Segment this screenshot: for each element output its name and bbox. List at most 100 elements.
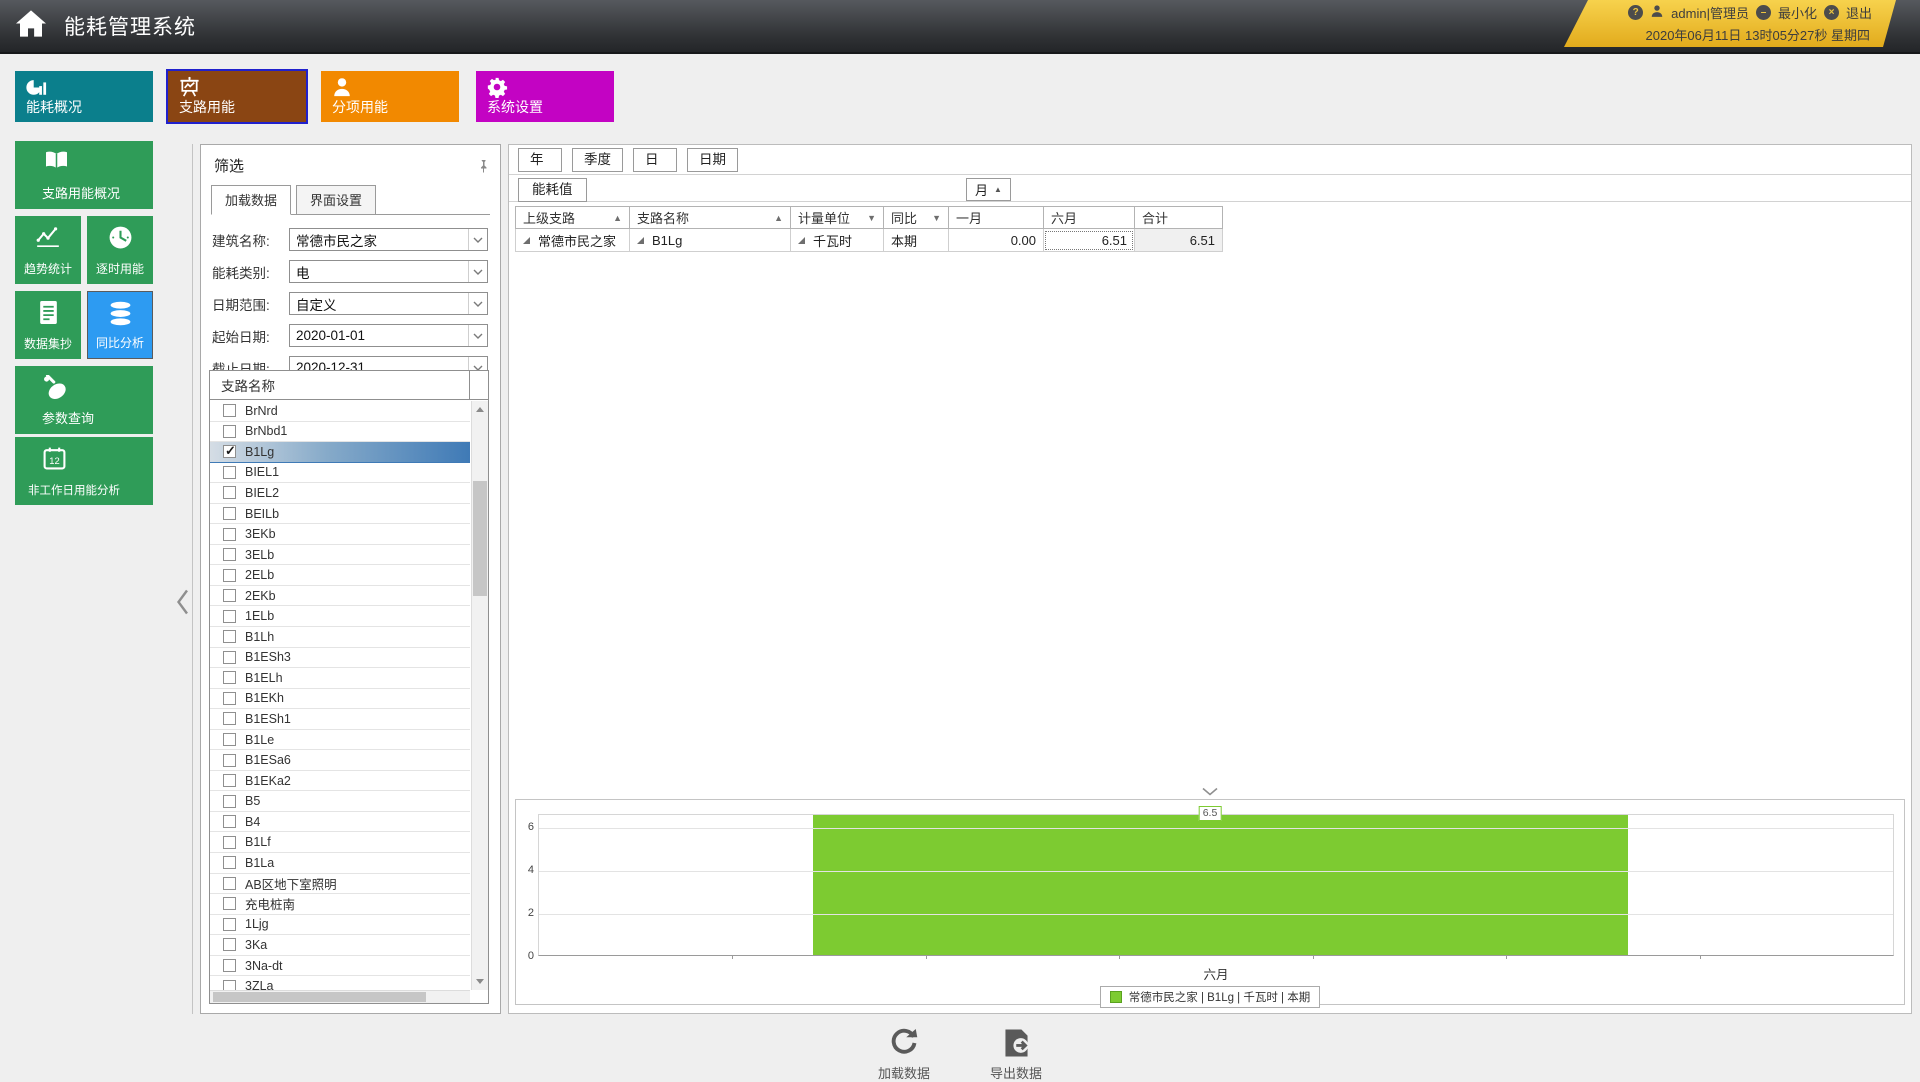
column-header-branch-name[interactable]: 支路名称▲ xyxy=(629,206,791,229)
pin-icon[interactable] xyxy=(478,159,489,178)
branch-checkbox[interactable] xyxy=(223,815,236,828)
branch-checkbox[interactable] xyxy=(223,712,236,725)
branch-row[interactable]: BrNrd xyxy=(210,401,470,422)
export-data-button[interactable]: 导出数据 xyxy=(978,1028,1054,1082)
tab-ui-settings[interactable]: 界面设置 xyxy=(296,185,376,215)
branch-checkbox[interactable] xyxy=(223,980,236,990)
branch-checkbox[interactable] xyxy=(223,692,236,705)
branch-row[interactable]: B1EKa2 xyxy=(210,771,470,792)
branch-checkbox[interactable] xyxy=(223,486,236,499)
branch-checkbox[interactable] xyxy=(223,425,236,438)
branch-checkbox[interactable] xyxy=(223,466,236,479)
column-header-yoy[interactable]: 同比▼ xyxy=(883,206,949,229)
branch-row[interactable]: 3ZLa xyxy=(210,976,470,990)
cell-june-value[interactable]: 6.51 xyxy=(1043,229,1135,252)
branch-row[interactable]: 2EKb xyxy=(210,586,470,607)
cell-period[interactable]: 本期 xyxy=(883,229,949,252)
column-header-june[interactable]: 六月 xyxy=(1043,206,1135,229)
sidebar-item-data-collection[interactable]: 数据集抄 xyxy=(15,291,81,359)
field-select[interactable]: 常德市民之家 xyxy=(289,228,488,251)
branch-checkbox[interactable] xyxy=(223,774,236,787)
branch-row[interactable]: 充电桩南 xyxy=(210,894,470,915)
branch-row[interactable]: B1Lf xyxy=(210,832,470,853)
column-header-parent-branch[interactable]: 上级支路▲ xyxy=(515,206,630,229)
sidebar-item-nonworkday-analysis[interactable]: 12 非工作日用能分析 xyxy=(15,437,153,505)
tab-load-data[interactable]: 加载数据 xyxy=(211,185,291,215)
field-select[interactable]: 2020-01-01 xyxy=(289,324,488,347)
branch-row[interactable]: B5 xyxy=(210,791,470,812)
branch-row[interactable]: BIEL2 xyxy=(210,483,470,504)
branch-row[interactable]: B1Lg xyxy=(210,442,470,463)
branch-row[interactable]: 3EKb xyxy=(210,524,470,545)
cell-branch-name[interactable]: B1Lg xyxy=(629,229,791,252)
period-tab[interactable]: 日 xyxy=(633,148,677,172)
nav-tile-subitem-energy[interactable]: 分项用能 xyxy=(321,71,459,122)
branch-checkbox[interactable] xyxy=(223,610,236,623)
branch-checkbox[interactable] xyxy=(223,630,236,643)
field-select[interactable]: 电 xyxy=(289,260,488,283)
branch-checkbox[interactable] xyxy=(223,897,236,910)
period-tab[interactable]: 年 xyxy=(518,148,562,172)
branch-row[interactable]: 3ELb xyxy=(210,545,470,566)
scroll-up-icon[interactable] xyxy=(472,402,488,417)
tab-energy-value[interactable]: 能耗值 xyxy=(518,178,587,202)
branch-row[interactable]: B1ESh3 xyxy=(210,648,470,669)
branch-row[interactable]: B1Lh xyxy=(210,627,470,648)
help-icon[interactable]: ? xyxy=(1628,5,1643,20)
branch-checkbox[interactable] xyxy=(223,548,236,561)
branch-checkbox[interactable] xyxy=(223,795,236,808)
branch-checkbox[interactable] xyxy=(223,938,236,951)
column-header-unit[interactable]: 计量单位▼ xyxy=(790,206,884,229)
column-header-january[interactable]: 一月 xyxy=(948,206,1044,229)
branch-checkbox[interactable] xyxy=(223,528,236,541)
logout-button[interactable]: 退出 xyxy=(1846,3,1872,22)
branch-row[interactable]: 3Na-dt xyxy=(210,956,470,977)
cell-total-value[interactable]: 6.51 xyxy=(1134,229,1223,252)
scrollbar-thumb[interactable] xyxy=(473,481,487,596)
period-tab[interactable]: 季度 xyxy=(572,148,623,172)
vertical-scrollbar[interactable] xyxy=(471,401,488,990)
nav-tile-energy-overview[interactable]: 能耗概况 xyxy=(15,71,153,122)
field-select[interactable]: 自定义 xyxy=(289,292,488,315)
branch-checkbox[interactable] xyxy=(223,651,236,664)
branch-checkbox[interactable] xyxy=(223,733,236,746)
branch-row[interactable]: B4 xyxy=(210,812,470,833)
month-selector-button[interactable]: 月 ▲ xyxy=(966,178,1011,201)
minimize-icon[interactable]: – xyxy=(1756,5,1771,20)
branch-checkbox[interactable] xyxy=(223,959,236,972)
branch-checkbox[interactable] xyxy=(223,918,236,931)
branch-row[interactable]: B1ESa6 xyxy=(210,750,470,771)
branch-row[interactable]: 1Ljg xyxy=(210,915,470,936)
branch-row[interactable]: AB区地下室照明 xyxy=(210,874,470,895)
branch-row[interactable]: B1EKh xyxy=(210,689,470,710)
sidebar-item-branch-overview[interactable]: 支路用能概况 xyxy=(15,141,153,209)
nav-tile-branch-energy[interactable]: 支路用能 xyxy=(168,71,306,122)
cell-parent-branch[interactable]: 常德市民之家 xyxy=(515,229,630,252)
branch-checkbox[interactable] xyxy=(223,569,236,582)
sidebar-item-parameter-query[interactable]: 参数查询 xyxy=(15,366,153,434)
branch-checkbox[interactable] xyxy=(223,404,236,417)
branch-checkbox[interactable] xyxy=(223,856,236,869)
sidebar-item-hourly-energy[interactable]: 逐时用能 xyxy=(87,216,153,284)
period-tab[interactable]: 日期 xyxy=(687,148,738,172)
load-data-button[interactable]: 加载数据 xyxy=(866,1028,942,1082)
branch-checkbox[interactable] xyxy=(223,445,236,458)
sidebar-item-yoy-analysis[interactable]: 同比分析 xyxy=(87,291,153,359)
sidebar-item-trend-stats[interactable]: 趋势统计 xyxy=(15,216,81,284)
cell-unit[interactable]: 千瓦时 xyxy=(790,229,884,252)
collapse-filter-chevron-icon[interactable] xyxy=(175,588,190,621)
branch-row[interactable]: BEILb xyxy=(210,504,470,525)
branch-row[interactable]: 1ELb xyxy=(210,606,470,627)
branch-row[interactable]: BIEL1 xyxy=(210,463,470,484)
branch-checkbox[interactable] xyxy=(223,671,236,684)
branch-row[interactable]: B1ELh xyxy=(210,668,470,689)
branch-checkbox[interactable] xyxy=(223,589,236,602)
branch-checkbox[interactable] xyxy=(223,877,236,890)
close-icon[interactable]: × xyxy=(1824,5,1839,20)
nav-tile-system-settings[interactable]: 系统设置 xyxy=(476,71,614,122)
branch-row[interactable]: B1ESh1 xyxy=(210,709,470,730)
horizontal-scrollbar[interactable] xyxy=(210,990,470,1003)
scroll-down-icon[interactable] xyxy=(472,974,488,989)
branch-row[interactable]: 2ELb xyxy=(210,565,470,586)
scrollbar-thumb[interactable] xyxy=(213,992,426,1002)
